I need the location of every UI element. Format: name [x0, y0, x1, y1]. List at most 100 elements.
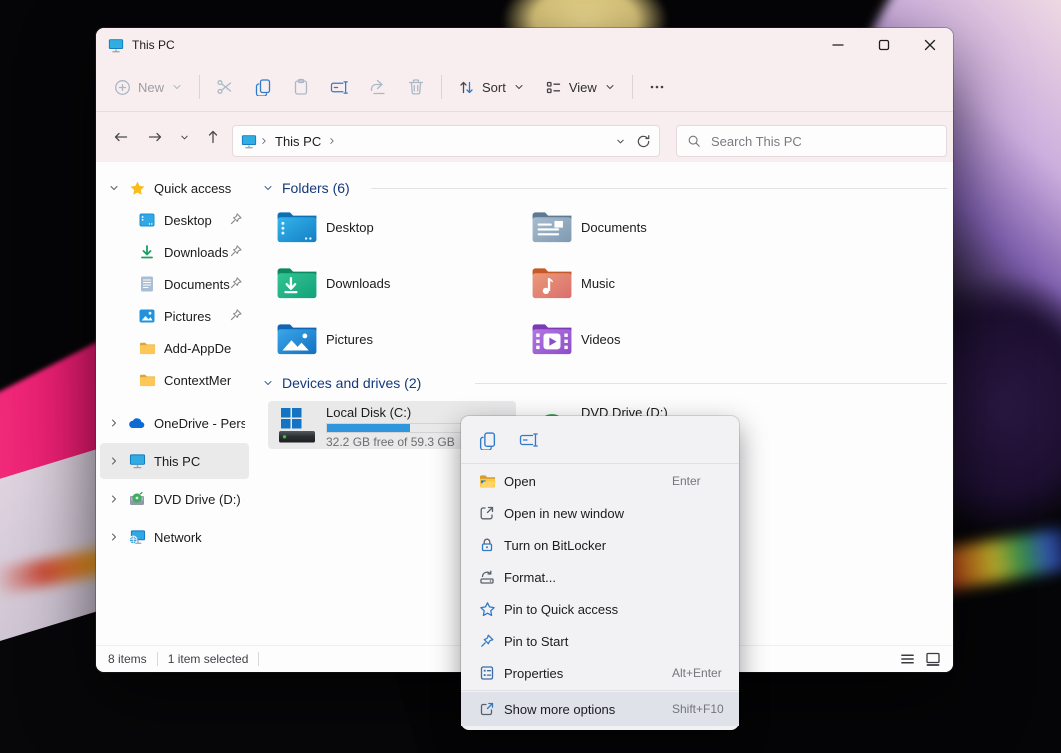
sidebar-item-contextmenucust[interactable]: ContextMenuCust: [100, 364, 249, 396]
search-input[interactable]: [711, 134, 936, 149]
folder-tile-music[interactable]: Music: [523, 259, 771, 307]
sidebar-item-this-pc[interactable]: This PC: [100, 443, 249, 479]
folder-tile-desktop[interactable]: Desktop: [268, 203, 516, 251]
sidebar-item-quick-access[interactable]: Quick access: [100, 172, 249, 204]
view-layout-icon: [545, 79, 562, 96]
sidebar-item-documents[interactable]: Documents: [100, 268, 249, 300]
folder-tile-documents[interactable]: Documents: [523, 203, 771, 251]
menu-item-open[interactable]: Open Enter: [461, 465, 739, 497]
forward-button[interactable]: [138, 121, 172, 153]
maximize-button[interactable]: [861, 28, 907, 62]
disk-free-space-text: 32.2 GB free of 59.3 GB: [326, 435, 455, 449]
disk-usage-fill: [327, 424, 410, 432]
menu-item-format[interactable]: Format...: [461, 561, 739, 593]
recent-locations-chevron-icon[interactable]: [172, 121, 196, 153]
toolbar-divider: [199, 75, 200, 99]
ellipsis-icon: [649, 79, 665, 95]
share-button[interactable]: [359, 69, 397, 105]
pin-quick-access-star-icon: [478, 601, 496, 618]
menu-item-properties[interactable]: Properties Alt+Enter: [461, 657, 739, 689]
local-disk-icon: [275, 407, 319, 444]
chevron-down-icon: [604, 81, 616, 93]
sidebar-item-downloads[interactable]: Downloads: [100, 236, 249, 268]
collapse-chevron-icon[interactable]: [262, 182, 274, 194]
menu-item-label: Show more options: [504, 702, 615, 717]
documents-folder-icon: [530, 210, 574, 244]
search-box[interactable]: [676, 125, 947, 157]
pin-icon: [229, 244, 243, 258]
videos-folder-icon: [530, 322, 574, 356]
chevron-right-icon[interactable]: [108, 455, 120, 467]
address-bar[interactable]: This PC: [232, 125, 660, 157]
menu-item-turn-on-bitlocker[interactable]: Turn on BitLocker: [461, 529, 739, 561]
section-divider: [475, 383, 947, 384]
see-more-button[interactable]: [639, 69, 675, 105]
sidebar-item-label: Pictures: [164, 309, 231, 324]
folder-tile-label: Videos: [581, 332, 621, 347]
breadcrumb-chevron-icon[interactable]: [327, 136, 337, 146]
new-button-label: New: [138, 80, 164, 95]
back-button[interactable]: [104, 121, 138, 153]
chevron-right-icon[interactable]: [108, 531, 120, 543]
chevron-down-icon[interactable]: [108, 182, 120, 194]
chevron-right-icon[interactable]: [108, 417, 120, 429]
desktop-icon: [138, 213, 156, 227]
collapse-chevron-icon[interactable]: [262, 377, 274, 389]
section-header-devices[interactable]: Devices and drives (2): [262, 375, 421, 391]
section-header-folders[interactable]: Folders (6): [262, 180, 350, 196]
sidebar-item-label: Add-AppDevPacka: [164, 341, 231, 356]
this-pc-icon: [108, 38, 124, 53]
close-button[interactable]: [907, 28, 953, 62]
pin-icon: [229, 212, 243, 226]
large-icons-view-icon[interactable]: [925, 652, 941, 666]
new-button[interactable]: New: [104, 69, 193, 105]
sidebar-item-dvd-drive[interactable]: DVD Drive (D:) CCCO: [100, 481, 249, 517]
command-bar: New Sort: [104, 64, 945, 110]
menu-item-pin-to-quick-access[interactable]: Pin to Quick access: [461, 593, 739, 625]
drive-name: Local Disk (C:): [326, 405, 411, 420]
sort-button-label: Sort: [482, 80, 506, 95]
sidebar-item-network[interactable]: Network: [100, 519, 249, 555]
cut-button[interactable]: [206, 69, 244, 105]
copy-icon[interactable]: [478, 431, 497, 450]
folder-tile-downloads[interactable]: Downloads: [268, 259, 516, 307]
quick-access-star-icon: [128, 180, 146, 197]
menu-item-open-in-new-window[interactable]: Open in new window: [461, 497, 739, 529]
delete-button[interactable]: [397, 69, 435, 105]
pin-to-start-icon: [478, 633, 496, 649]
dvd-drive-icon: [128, 492, 146, 507]
sidebar-item-onedrive[interactable]: OneDrive - Personal: [100, 405, 249, 441]
minimize-button[interactable]: [815, 28, 861, 62]
address-dropdown-chevron-icon[interactable]: [615, 136, 626, 147]
sidebar-item-add-appdevpackage[interactable]: Add-AppDevPacka: [100, 332, 249, 364]
sidebar-item-pictures[interactable]: Pictures: [100, 300, 249, 332]
paste-button[interactable]: [282, 69, 320, 105]
refresh-icon[interactable]: [636, 134, 651, 149]
view-button[interactable]: View: [535, 69, 626, 105]
title-bar[interactable]: This PC: [96, 28, 953, 62]
sidebar-item-desktop[interactable]: Desktop: [100, 204, 249, 236]
folder-tile-label: Documents: [581, 220, 647, 235]
rename-icon[interactable]: [519, 431, 539, 449]
properties-icon: [478, 665, 496, 681]
chevron-right-icon[interactable]: [108, 493, 120, 505]
this-pc-monitor-icon: [128, 453, 146, 469]
copy-button[interactable]: [244, 69, 282, 105]
navigation-pane: Quick access Desktop Downloads Documents: [96, 162, 253, 645]
menu-item-show-more-options[interactable]: Show more options Shift+F10: [461, 692, 739, 726]
up-button[interactable]: [196, 121, 230, 153]
chevron-down-icon: [513, 81, 525, 93]
toolbar-divider: [441, 75, 442, 99]
breadcrumb-this-pc[interactable]: This PC: [275, 134, 321, 149]
folder-tile-pictures[interactable]: Pictures: [268, 315, 516, 363]
menu-item-pin-to-start[interactable]: Pin to Start: [461, 625, 739, 657]
rename-button[interactable]: [320, 69, 359, 105]
copy-icon: [254, 78, 272, 96]
sort-button[interactable]: Sort: [448, 69, 535, 105]
view-button-label: View: [569, 80, 597, 95]
folder-tile-videos[interactable]: Videos: [523, 315, 771, 363]
context-menu: Open Enter Open in new window Turn on Bi…: [461, 416, 739, 730]
details-view-icon[interactable]: [900, 652, 915, 666]
pin-icon: [229, 308, 243, 322]
menu-item-shortcut: Alt+Enter: [672, 666, 722, 680]
